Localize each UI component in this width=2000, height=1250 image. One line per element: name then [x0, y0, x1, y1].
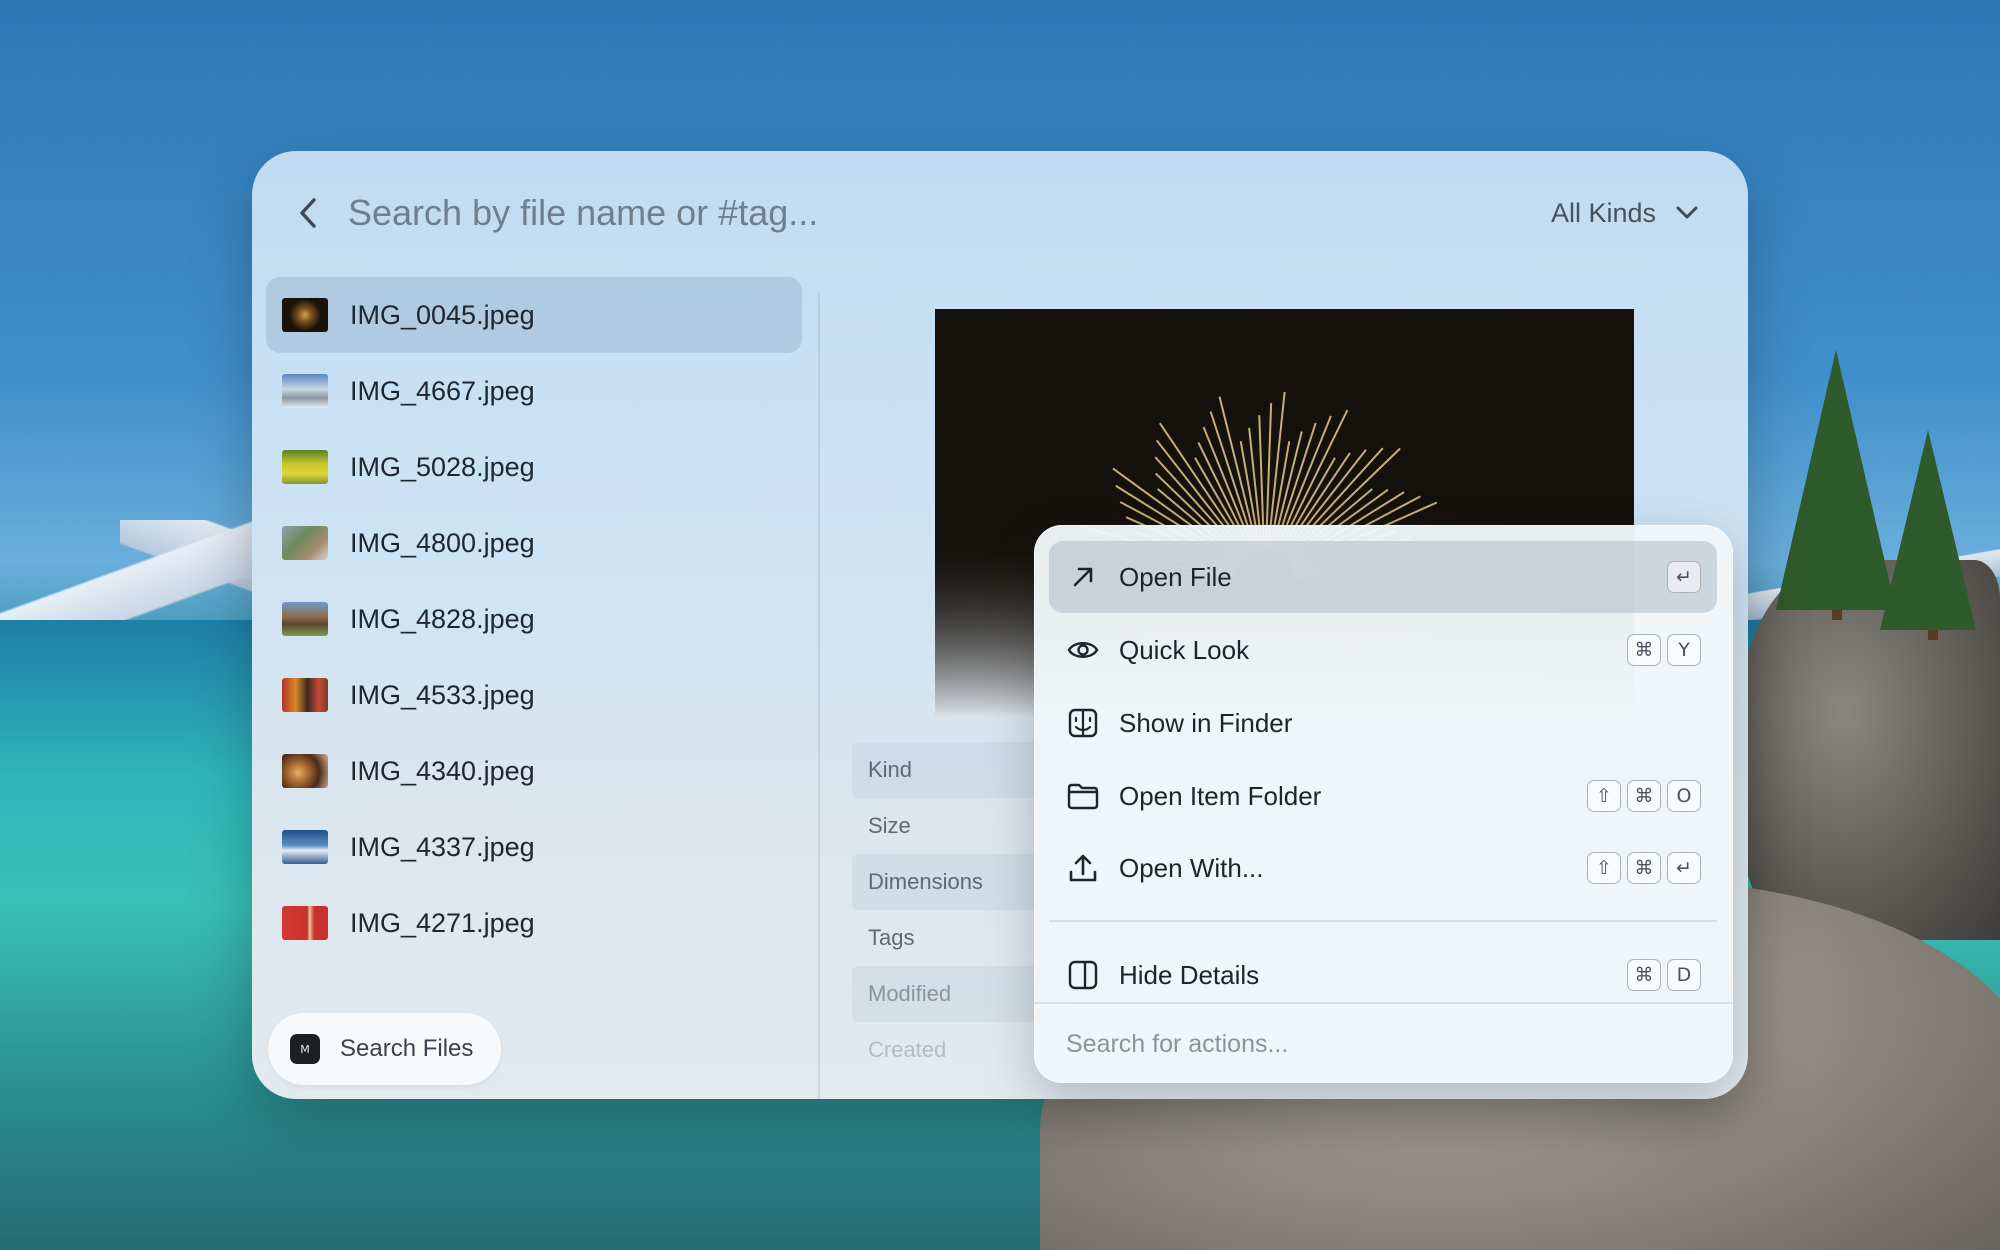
- shortcut-keys: ⇧ ⌘ O: [1587, 780, 1701, 812]
- key-command: ⌘: [1627, 959, 1661, 991]
- thumbnail-food: [282, 754, 328, 788]
- search-files-command-button[interactable]: M Search Files: [268, 1013, 502, 1085]
- shortcut-keys: ⌘ Y: [1627, 634, 1701, 666]
- command-label: Search Files: [340, 1035, 474, 1062]
- file-name: IMG_4828.jpeg: [350, 603, 535, 634]
- key-y: Y: [1667, 634, 1701, 666]
- action-open-file[interactable]: Open File ↵: [1049, 541, 1717, 613]
- key-d: D: [1667, 959, 1701, 991]
- action-label: Open With...: [1119, 852, 1264, 883]
- thumbnail-field: [282, 450, 328, 484]
- search-bar: All Kinds: [252, 151, 1748, 275]
- action-menu: Open File ↵ Quick Look ⌘ Y Show in Finde…: [1034, 525, 1733, 1083]
- desktop-tree: [1776, 350, 1896, 610]
- file-row[interactable]: IMG_5028.jpeg: [266, 429, 802, 505]
- shortcut-keys: ⌘ D: [1627, 959, 1701, 991]
- thumbnail-fireworks: [282, 298, 328, 332]
- desktop-tree: [1880, 430, 1976, 630]
- action-label: Quick Look: [1119, 634, 1250, 665]
- eye-icon: [1065, 632, 1101, 668]
- file-name: IMG_4667.jpeg: [350, 375, 535, 406]
- action-show-in-finder[interactable]: Show in Finder: [1049, 687, 1717, 759]
- key-shift: ⇧: [1587, 780, 1621, 812]
- thumbnail-snow: [282, 374, 328, 408]
- file-name: IMG_4340.jpeg: [350, 755, 535, 786]
- file-row[interactable]: IMG_4667.jpeg: [266, 353, 802, 429]
- key-o: O: [1667, 780, 1701, 812]
- file-results-list: IMG_0045.jpeg IMG_4667.jpeg IMG_5028.jpe…: [266, 277, 802, 961]
- folder-icon: [1065, 778, 1101, 814]
- pane-divider: [818, 293, 820, 1099]
- file-name: IMG_4271.jpeg: [350, 907, 535, 938]
- key-return: ↵: [1667, 852, 1701, 884]
- shortcut-keys: ⇧ ⌘ ↵: [1587, 852, 1701, 884]
- action-label: Open File: [1119, 561, 1232, 592]
- finder-icon: [1065, 705, 1101, 741]
- action-label: Open Item Folder: [1119, 780, 1322, 811]
- menu-divider: [1049, 920, 1717, 922]
- file-row[interactable]: IMG_4271.jpeg: [266, 885, 802, 961]
- kind-filter-dropdown[interactable]: All Kinds: [1551, 189, 1700, 237]
- file-name: IMG_5028.jpeg: [350, 451, 535, 482]
- shortcut-keys: ↵: [1667, 561, 1701, 593]
- chevron-left-icon: [300, 198, 316, 228]
- action-label: Show in Finder: [1119, 707, 1293, 738]
- file-row[interactable]: IMG_4340.jpeg: [266, 733, 802, 809]
- file-row[interactable]: IMG_0045.jpeg: [266, 277, 802, 353]
- kind-filter-label: All Kinds: [1550, 197, 1656, 228]
- menu-divider: [1034, 1002, 1733, 1004]
- chevron-down-icon: [1676, 206, 1698, 219]
- key-command: ⌘: [1627, 780, 1661, 812]
- file-name: IMG_4337.jpeg: [350, 831, 535, 862]
- thumbnail-market: [282, 678, 328, 712]
- action-quick-look[interactable]: Quick Look ⌘ Y: [1049, 614, 1717, 686]
- action-open-item-folder[interactable]: Open Item Folder ⇧ ⌘ O: [1049, 760, 1717, 832]
- arrow-up-right-icon: [1065, 559, 1101, 595]
- file-search-input[interactable]: [348, 181, 1248, 245]
- upload-icon: [1065, 850, 1101, 886]
- thumbnail-sky: [282, 830, 328, 864]
- action-hide-details[interactable]: Hide Details ⌘ D: [1049, 939, 1717, 1011]
- action-open-with[interactable]: Open With... ⇧ ⌘ ↵: [1049, 832, 1717, 904]
- sidebar-icon: [1065, 957, 1101, 993]
- file-name: IMG_0045.jpeg: [350, 299, 535, 330]
- action-search-input[interactable]: [1066, 1019, 1706, 1069]
- file-row[interactable]: IMG_4828.jpeg: [266, 581, 802, 657]
- key-command: ⌘: [1627, 852, 1661, 884]
- back-button[interactable]: [288, 193, 328, 233]
- file-row[interactable]: IMG_4800.jpeg: [266, 505, 802, 581]
- thumbnail-red: [282, 906, 328, 940]
- key-command: ⌘: [1627, 634, 1661, 666]
- file-row[interactable]: IMG_4337.jpeg: [266, 809, 802, 885]
- key-return: ↵: [1667, 561, 1701, 593]
- file-name: IMG_4800.jpeg: [350, 527, 535, 558]
- action-label: Hide Details: [1119, 959, 1260, 990]
- file-row[interactable]: IMG_4533.jpeg: [266, 657, 802, 733]
- thumbnail-village: [282, 526, 328, 560]
- thumbnail-hut: [282, 602, 328, 636]
- app-icon: M: [290, 1034, 320, 1064]
- file-name: IMG_4533.jpeg: [350, 679, 535, 710]
- key-shift: ⇧: [1587, 852, 1621, 884]
